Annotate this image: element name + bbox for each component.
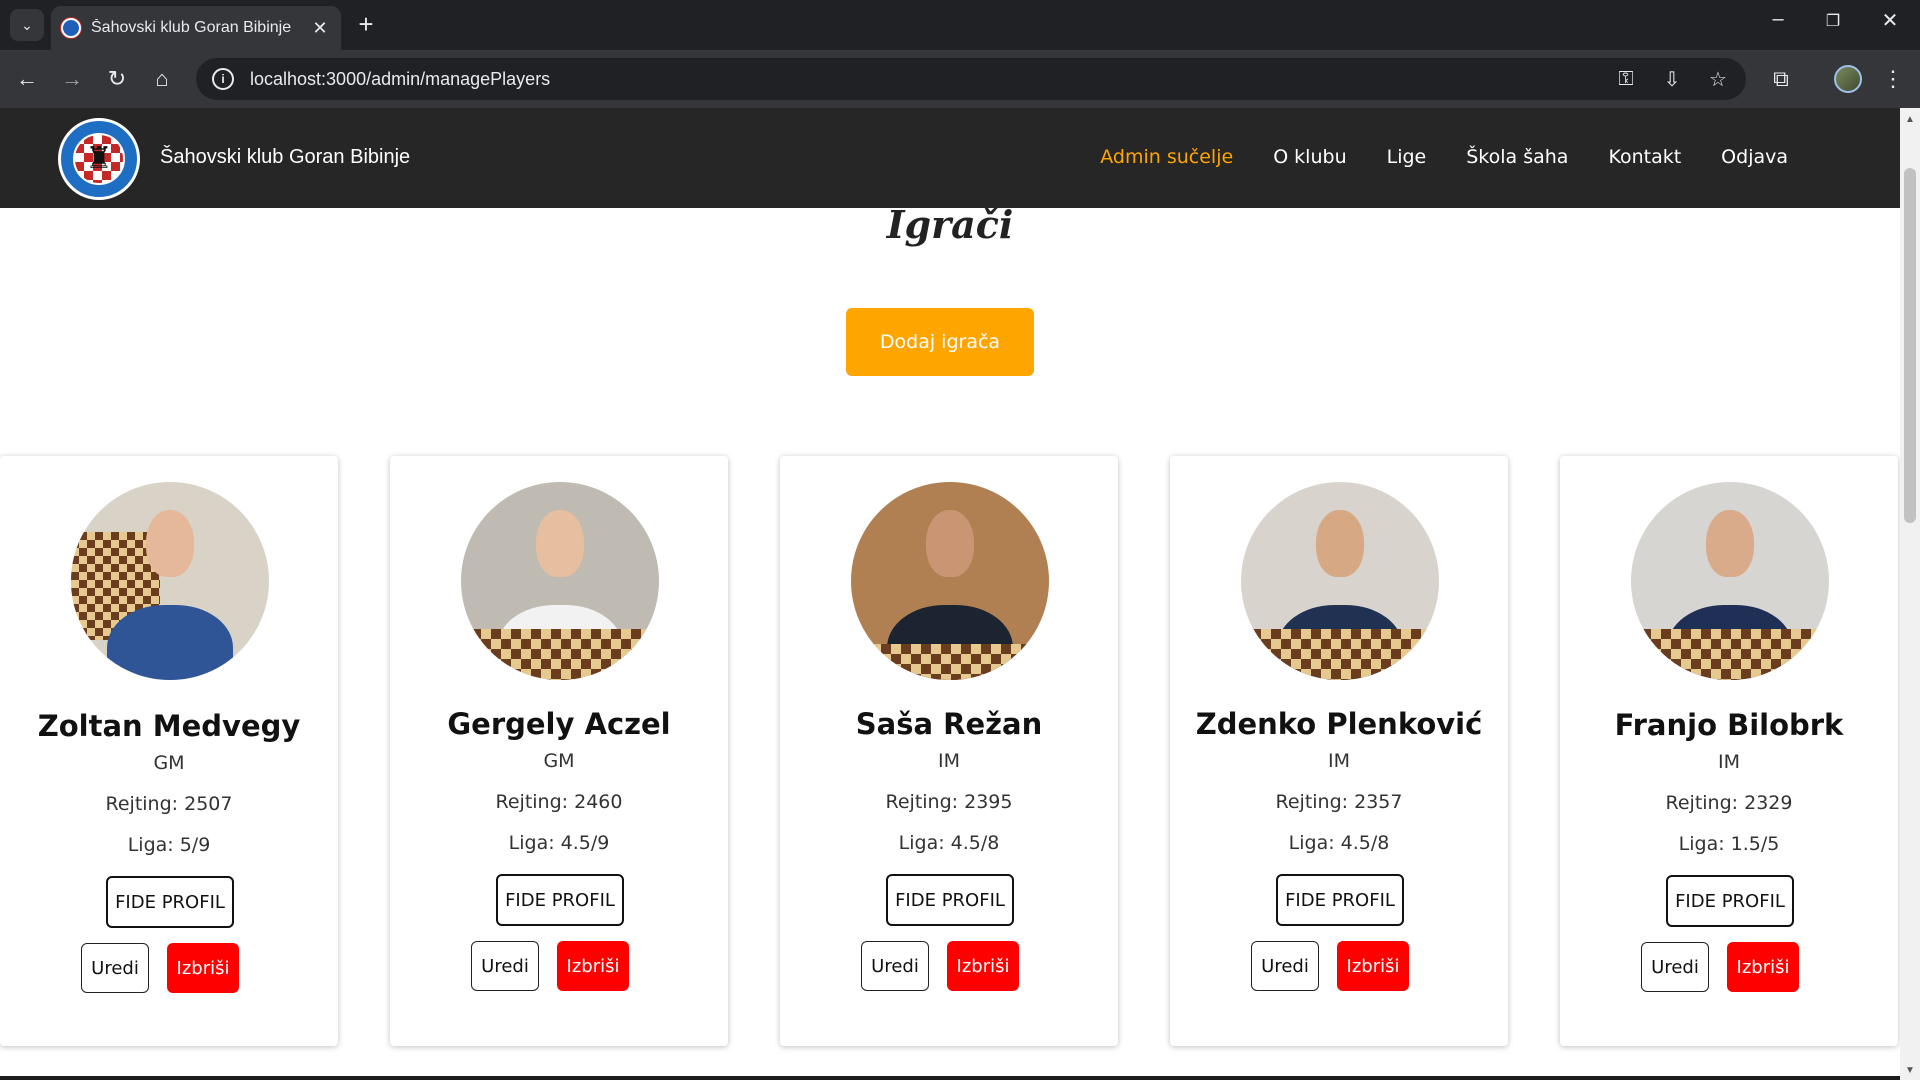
player-title: IM [1328, 750, 1350, 772]
scroll-thumb[interactable] [1904, 168, 1916, 523]
player-photo [461, 482, 659, 680]
minimize-icon[interactable]: – [1758, 8, 1798, 31]
fide-profile-button[interactable]: FIDE PROFIL [496, 874, 624, 926]
edit-button[interactable]: Uredi [1251, 941, 1319, 991]
browser-toolbar: ← → ↻ ⌂ i localhost:3000/admin/managePla… [0, 50, 1920, 108]
close-window-icon[interactable]: ✕ [1870, 8, 1910, 33]
nav-school[interactable]: Škola šaha [1466, 146, 1568, 168]
url-text[interactable]: localhost:3000/admin/managePlayers [250, 69, 1592, 90]
site-navbar: ♜ Šahovski klub Goran Bibinje Admin suče… [0, 108, 1900, 208]
nav-links: Admin sučelje O klubu Lige Škola šaha Ko… [1060, 146, 1788, 168]
player-rating: Rejting: 2460 [495, 791, 623, 813]
delete-button[interactable]: Izbriši [1727, 942, 1799, 992]
fide-profile-button[interactable]: FIDE PROFIL [886, 874, 1014, 926]
player-name: Zdenko Plenković [1195, 707, 1483, 741]
close-tab-icon[interactable]: ✕ [309, 18, 331, 39]
home-icon[interactable]: ⌂ [147, 64, 177, 94]
fide-profile-button[interactable]: FIDE PROFIL [106, 876, 234, 928]
player-title: IM [938, 750, 960, 772]
nav-logout[interactable]: Odjava [1721, 146, 1788, 168]
add-player-button[interactable]: Dodaj igrača [846, 308, 1034, 376]
nav-admin[interactable]: Admin sučelje [1100, 146, 1233, 168]
player-card: Zdenko Plenković IM Rejting: 2357 Liga: … [1170, 456, 1508, 1046]
player-title: GM [153, 752, 185, 774]
delete-button[interactable]: Izbriši [557, 941, 629, 991]
player-name: Zoltan Medvegy [37, 709, 301, 743]
player-photo [1241, 482, 1439, 680]
restore-icon[interactable]: ❐ [1813, 11, 1853, 31]
player-league-score: Liga: 4.5/8 [898, 832, 1000, 854]
browser-tabbar: ⌄ Šahovski klub Goran Bibinje ✕ + – ❐ ✕ [0, 0, 1920, 50]
reload-icon[interactable]: ↻ [102, 64, 132, 94]
player-rating: Rejting: 2329 [1665, 792, 1793, 814]
nav-about[interactable]: O klubu [1273, 146, 1346, 168]
scroll-down-icon[interactable]: ▼ [1905, 1065, 1915, 1076]
player-rating: Rejting: 2357 [1275, 791, 1403, 813]
delete-button[interactable]: Izbriši [167, 943, 239, 993]
new-tab-icon[interactable]: + [352, 10, 380, 38]
address-bar[interactable]: i localhost:3000/admin/managePlayers ⚿ ⇩… [196, 58, 1746, 100]
tab-title: Šahovski klub Goran Bibinje [91, 19, 292, 36]
site-info-icon[interactable]: i [212, 68, 234, 90]
page-title: Igrači [886, 202, 1014, 247]
profile-avatar[interactable] [1834, 65, 1862, 93]
player-card: Zoltan Medvegy GM Rejting: 2507 Liga: 5/… [0, 456, 338, 1046]
player-rating: Rejting: 2395 [885, 791, 1013, 813]
player-title: IM [1718, 751, 1740, 773]
player-title: GM [543, 750, 575, 772]
page-viewport: ♜ Šahovski klub Goran Bibinje Admin suče… [0, 108, 1900, 1080]
delete-button[interactable]: Izbriši [947, 941, 1019, 991]
extensions-icon[interactable]: ⧉ [1766, 64, 1796, 94]
favicon-icon [61, 18, 81, 38]
player-photo [1631, 482, 1829, 680]
edit-button[interactable]: Uredi [861, 941, 929, 991]
edit-button[interactable]: Uredi [81, 943, 149, 993]
logo-checkerboard: ♜ [73, 133, 125, 185]
player-league-score: Liga: 4.5/9 [508, 832, 610, 854]
nav-leagues[interactable]: Lige [1387, 146, 1427, 168]
player-name: Franjo Bilobrk [1614, 708, 1844, 742]
nav-contact[interactable]: Kontakt [1608, 146, 1681, 168]
delete-button[interactable]: Izbriši [1337, 941, 1409, 991]
player-league-score: Liga: 4.5/8 [1288, 832, 1390, 854]
player-card: Franjo Bilobrk IM Rejting: 2329 Liga: 1.… [1560, 456, 1898, 1046]
page-scrollbar[interactable]: ▲ ▼ [1900, 108, 1920, 1080]
player-name: Gergely Aczel [447, 707, 671, 741]
player-photo [851, 482, 1049, 680]
fide-profile-button[interactable]: FIDE PROFIL [1276, 874, 1404, 926]
scroll-up-icon[interactable]: ▲ [1905, 114, 1915, 125]
install-app-icon[interactable]: ⇩ [1660, 67, 1684, 92]
player-league-score: Liga: 5/9 [127, 834, 211, 856]
browser-tab[interactable]: Šahovski klub Goran Bibinje ✕ [51, 6, 341, 50]
fide-profile-button[interactable]: FIDE PROFIL [1666, 875, 1794, 927]
tab-search-icon[interactable]: ⌄ [10, 9, 44, 41]
brand-name[interactable]: Šahovski klub Goran Bibinje [160, 146, 410, 169]
player-card: Saša Režan IM Rejting: 2395 Liga: 4.5/8 … [780, 456, 1118, 1046]
bookmark-star-icon[interactable]: ☆ [1706, 67, 1730, 92]
player-league-score: Liga: 1.5/5 [1678, 833, 1780, 855]
back-icon[interactable]: ← [12, 64, 42, 94]
player-name: Saša Režan [855, 707, 1043, 741]
key-icon[interactable]: ⚿ [1614, 68, 1638, 91]
forward-icon[interactable]: → [57, 64, 87, 94]
rook-icon: ♜ [85, 142, 113, 175]
club-logo[interactable]: ♜ [58, 118, 140, 200]
edit-button[interactable]: Uredi [471, 941, 539, 991]
menu-kebab-icon[interactable]: ⋮ [1878, 64, 1908, 94]
player-rating: Rejting: 2507 [105, 793, 233, 815]
player-card: Gergely Aczel GM Rejting: 2460 Liga: 4.5… [390, 456, 728, 1046]
player-photo [71, 482, 269, 680]
bottom-edge [0, 1076, 1900, 1080]
edit-button[interactable]: Uredi [1641, 942, 1709, 992]
